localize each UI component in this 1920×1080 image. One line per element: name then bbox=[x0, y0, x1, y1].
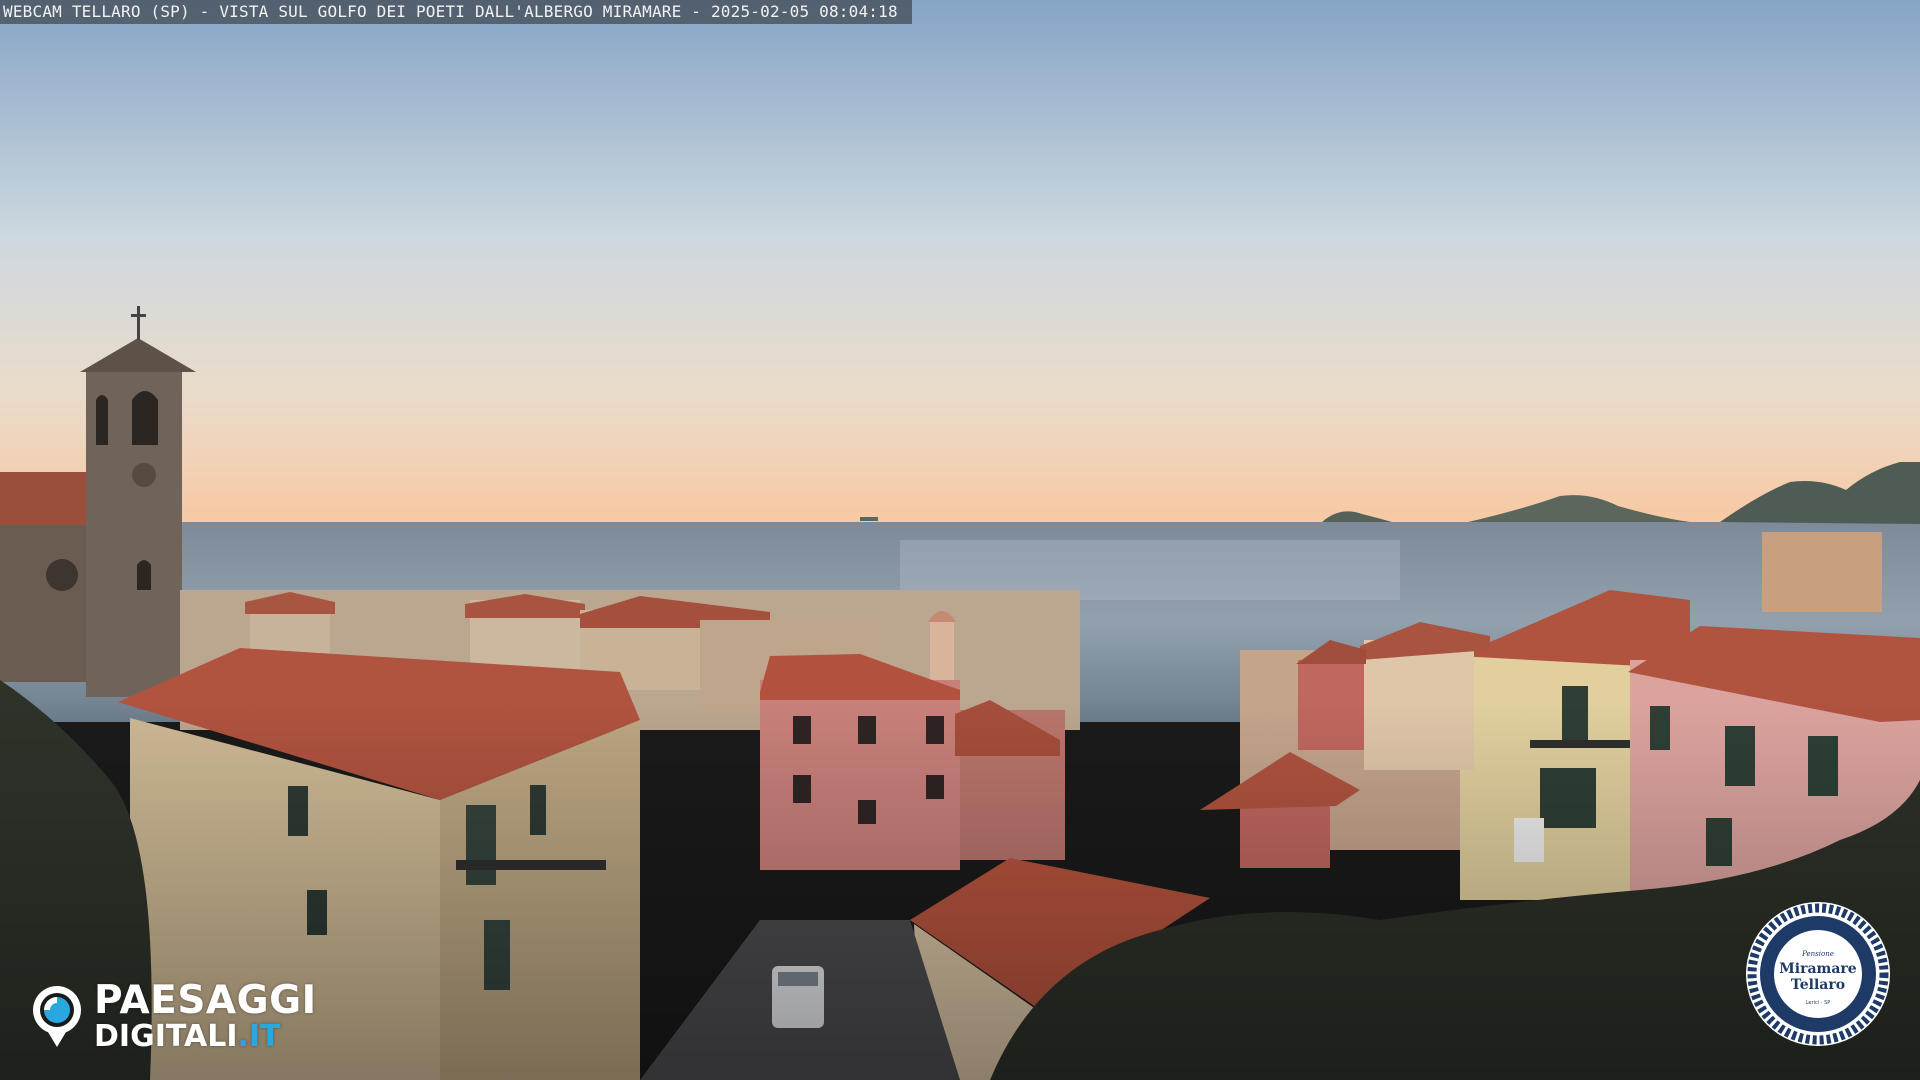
bell-tower-cross-arm bbox=[131, 314, 146, 317]
webcam-frame: WEBCAM TELLARO (SP) - VISTA SUL GOLFO DE… bbox=[0, 0, 1920, 1080]
tower-clock bbox=[132, 463, 156, 487]
watermark-word2: DIGITALI bbox=[94, 1018, 238, 1054]
badge-line2: Tellaro bbox=[1791, 977, 1845, 993]
village-church-tower bbox=[930, 620, 954, 680]
bell-window-2 bbox=[96, 395, 108, 445]
bell-tower-cross bbox=[137, 306, 140, 340]
tower-window bbox=[137, 560, 151, 590]
distant-rock bbox=[860, 517, 878, 521]
badge-line1: Miramare bbox=[1779, 961, 1857, 977]
miramare-badge: Pensione Miramare Tellaro Lerici - SP bbox=[1746, 902, 1890, 1046]
badge-footer: Lerici - SP bbox=[1806, 1000, 1831, 1006]
bell-window bbox=[132, 391, 158, 445]
church-roof bbox=[0, 472, 90, 525]
watermark-logo: PAESAGGI DIGITALI.IT bbox=[28, 980, 348, 1052]
watermark-word1: PAESAGGI bbox=[94, 977, 317, 1023]
watermark-tld: .IT bbox=[237, 1018, 281, 1054]
sky bbox=[0, 0, 1920, 525]
eye-icon bbox=[33, 986, 81, 1047]
church-rose-window bbox=[46, 559, 78, 591]
back-building-right bbox=[1762, 532, 1882, 612]
webcam-caption: WEBCAM TELLARO (SP) - VISTA SUL GOLFO DE… bbox=[0, 0, 912, 24]
badge-small: Pensione bbox=[1801, 950, 1834, 958]
webcam-scene bbox=[0, 0, 1920, 1080]
